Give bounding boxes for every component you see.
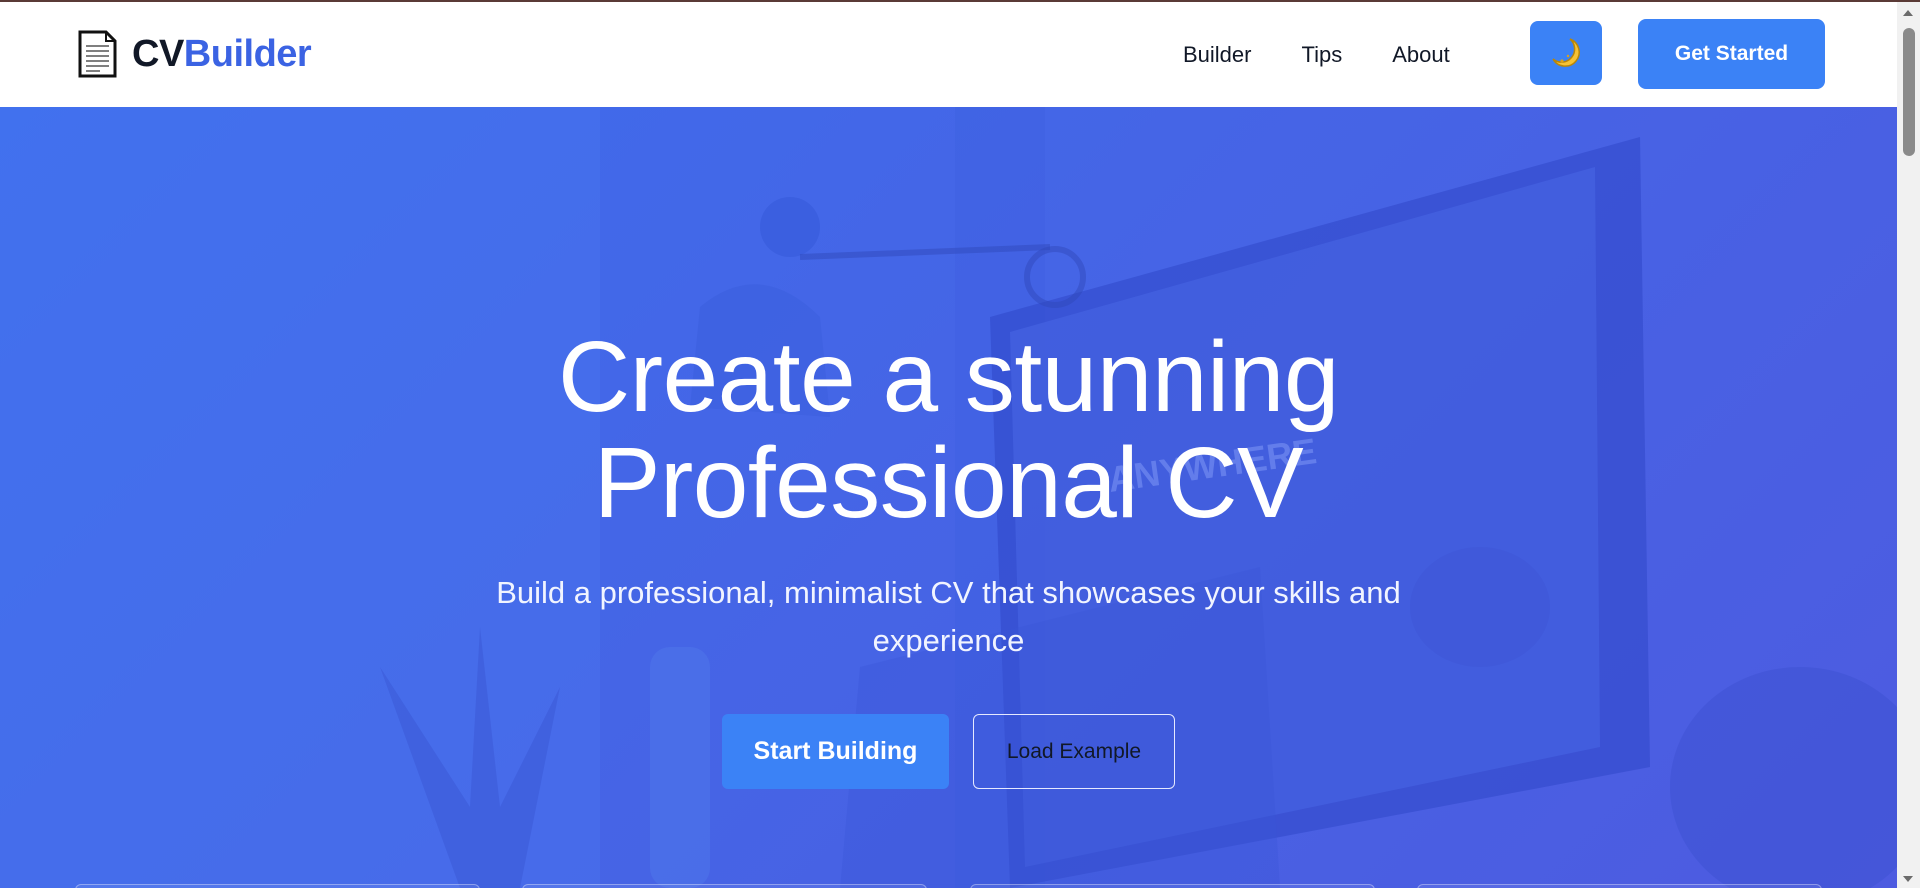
nav-about-link[interactable]: About bbox=[1392, 42, 1450, 68]
feature-card bbox=[1417, 884, 1822, 888]
feature-card bbox=[75, 884, 480, 888]
brand-name-part2: Builder bbox=[183, 32, 312, 75]
start-building-button[interactable]: Start Building bbox=[722, 714, 949, 789]
feature-card bbox=[522, 884, 927, 888]
hero-subtitle: Build a professional, minimalist CV that… bbox=[496, 575, 1401, 658]
moon-icon bbox=[1552, 38, 1580, 67]
nav-tips-link[interactable]: Tips bbox=[1301, 42, 1342, 68]
brand-name-part1: CV bbox=[132, 32, 184, 75]
scrollbar-thumb[interactable] bbox=[1903, 28, 1915, 156]
hero-title: Create a stunning Professional CV bbox=[0, 324, 1897, 536]
theme-toggle-button[interactable] bbox=[1530, 21, 1602, 85]
hero-title-line2: Professional CV bbox=[593, 427, 1304, 539]
document-icon bbox=[78, 30, 117, 78]
brand-name: CVBuilder bbox=[132, 32, 312, 76]
hero-title-line1: Create a stunning bbox=[558, 321, 1339, 433]
load-example-button[interactable]: Load Example bbox=[973, 714, 1175, 789]
main-nav: Builder Tips About bbox=[1183, 2, 1450, 107]
feature-card bbox=[970, 884, 1375, 888]
brand-logo[interactable]: CVBuilder bbox=[76, 30, 312, 78]
hero-section: ANYWHERE Create a stunning Professional … bbox=[0, 107, 1897, 888]
scroll-up-arrow-icon[interactable] bbox=[1903, 10, 1913, 16]
site-header: CVBuilder Builder Tips About Get Started bbox=[0, 2, 1897, 107]
nav-builder-link[interactable]: Builder bbox=[1183, 42, 1251, 68]
get-started-button[interactable]: Get Started bbox=[1638, 19, 1825, 89]
scroll-down-arrow-icon[interactable] bbox=[1903, 876, 1913, 882]
